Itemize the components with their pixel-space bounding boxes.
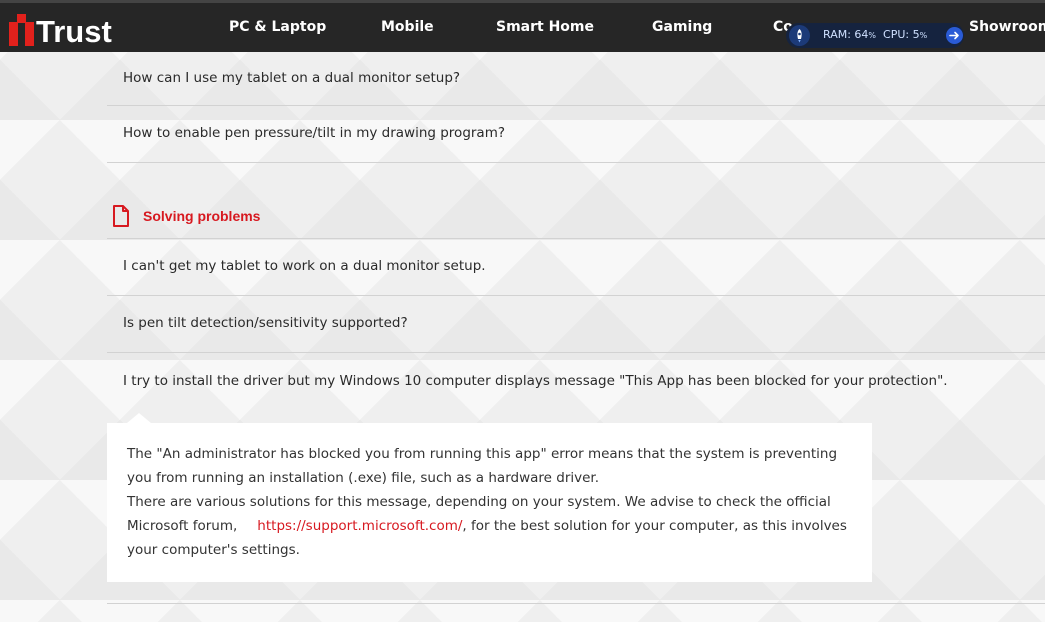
cpu-unit: %	[919, 31, 928, 40]
ram-label: RAM:	[823, 28, 851, 41]
cpu-label: CPU:	[883, 28, 910, 41]
section-header-solving-problems: Solving problems	[107, 163, 1045, 239]
faq-question-text: How to enable pen pressure/tilt in my dr…	[123, 125, 506, 142]
brand-name: Trust	[36, 14, 112, 46]
ram-value: 64	[854, 28, 869, 41]
top-navigation: Trust PC & Laptop Mobile Smart Home Gami…	[0, 0, 1045, 52]
logo-mark-right	[25, 22, 34, 46]
logo-mark-top	[17, 14, 26, 23]
system-monitor-readout: RAM: 64% CPU: 5%	[823, 28, 927, 41]
answer-paragraph-2: There are various solutions for this mes…	[127, 490, 852, 562]
nav-gaming[interactable]: Gaming	[652, 19, 712, 35]
faq-question[interactable]: Is pen tilt detection/sensitivity suppor…	[107, 296, 1045, 353]
nav-mobile[interactable]: Mobile	[381, 19, 434, 35]
faq-question[interactable]: I can't get my tablet to work on a dual …	[107, 239, 1045, 296]
answer-paragraph-1: The "An administrator has blocked you fr…	[127, 446, 838, 486]
system-monitor-widget[interactable]: RAM: 64% CPU: 5%	[786, 23, 964, 48]
faq-question-text: How can I use my tablet on a dual monito…	[123, 69, 461, 86]
arrow-right-icon[interactable]	[946, 27, 963, 44]
nav-pc-laptop[interactable]: PC & Laptop	[229, 19, 326, 35]
divider	[107, 603, 1045, 604]
trust-logo[interactable]: Trust	[9, 14, 124, 46]
nav-smart-home[interactable]: Smart Home	[496, 19, 594, 35]
section-title: Solving problems	[143, 208, 261, 224]
answer-pointer	[127, 413, 151, 423]
faq-content: How can I use my tablet on a dual monito…	[107, 52, 1045, 582]
cpu-value: 5	[912, 28, 920, 41]
ram-unit: %	[868, 31, 877, 40]
microsoft-support-link[interactable]: https://support.microsoft.com/	[257, 518, 462, 534]
faq-question-expanded[interactable]: I try to install the driver but my Windo…	[107, 353, 1045, 410]
faq-question[interactable]: How can I use my tablet on a dual monito…	[107, 52, 1045, 106]
nav-showroom[interactable]: Showroom	[969, 19, 1045, 35]
faq-question-text: I try to install the driver but my Windo…	[123, 372, 948, 389]
faq-question[interactable]: How to enable pen pressure/tilt in my dr…	[107, 106, 1045, 163]
rocket-icon[interactable]	[789, 25, 810, 46]
document-icon	[113, 205, 129, 227]
faq-question-text: I can't get my tablet to work on a dual …	[123, 258, 486, 275]
logo-mark-left	[9, 22, 18, 46]
faq-answer-panel: The "An administrator has blocked you fr…	[107, 413, 872, 582]
faq-question-text: Is pen tilt detection/sensitivity suppor…	[123, 315, 408, 332]
